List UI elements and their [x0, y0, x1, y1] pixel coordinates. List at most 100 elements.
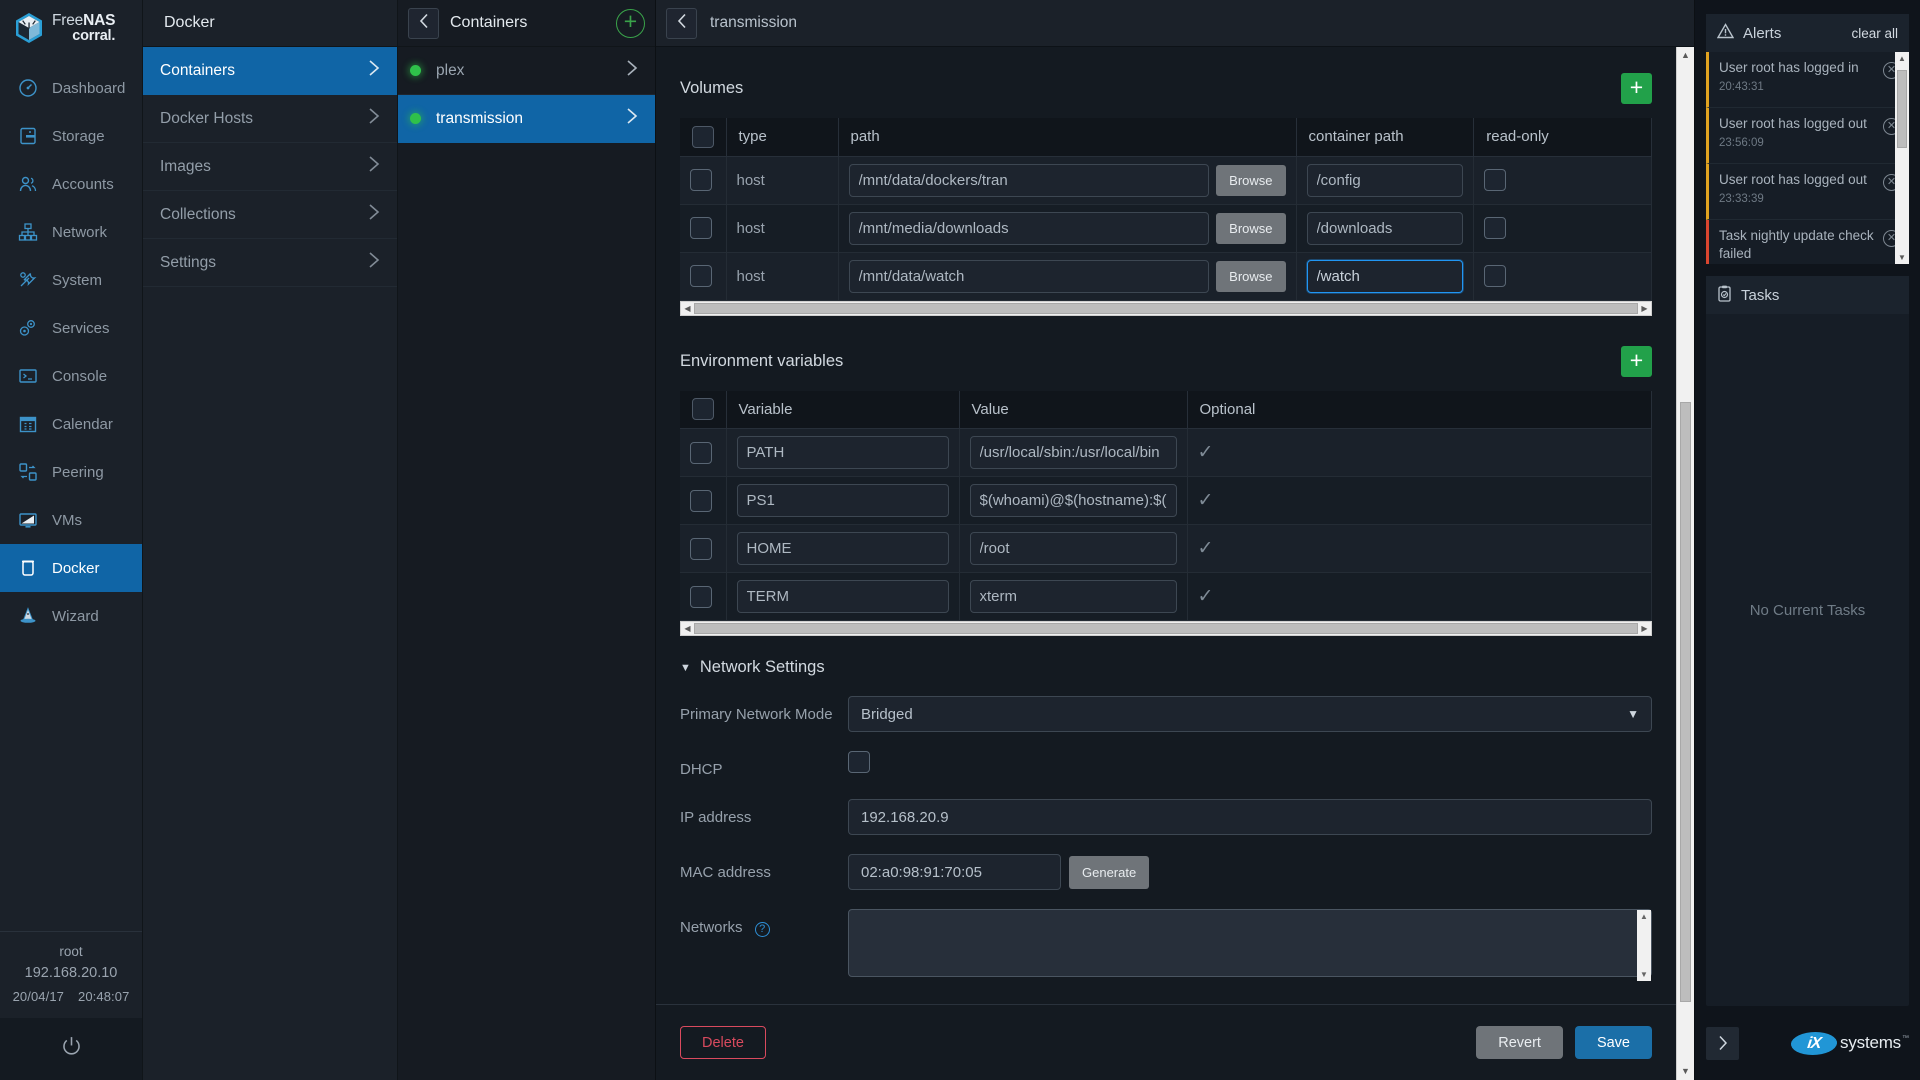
docker-menu-item-images[interactable]: Images	[143, 143, 397, 191]
tasks-empty-text: No Current Tasks	[1706, 602, 1909, 619]
volume-readonly-checkbox[interactable]	[1484, 265, 1506, 287]
detail-back-button[interactable]	[666, 8, 697, 39]
scroll-up-arrow-icon[interactable]: ▲	[1677, 47, 1694, 64]
env-value-input[interactable]	[970, 532, 1177, 565]
sidebar-item-docker[interactable]: Docker	[0, 544, 142, 592]
sidebar-item-accounts[interactable]: Accounts	[0, 160, 142, 208]
alert-item[interactable]: User root has logged out 23:56:09 ✕	[1706, 108, 1909, 164]
alerts-scrollbar[interactable]: ▲ ▼	[1895, 52, 1909, 264]
sidebar-item-services[interactable]: Services	[0, 304, 142, 352]
primary-network-mode-select[interactable]: Bridged ▼	[848, 696, 1652, 732]
volumes-horizontal-scrollbar[interactable]: ◀ ▶	[680, 301, 1652, 316]
detail-vertical-scrollbar[interactable]: ▲ ▼	[1676, 47, 1694, 1080]
clear-all-alerts-button[interactable]: clear all	[1851, 26, 1898, 41]
docker-menu-item-containers[interactable]: Containers	[143, 47, 397, 95]
add-container-button[interactable]: +	[616, 9, 645, 38]
volume-container-path-input[interactable]	[1307, 164, 1464, 197]
browse-button[interactable]: Browse	[1216, 213, 1285, 244]
volume-path-input[interactable]	[849, 212, 1210, 245]
sidebar-item-vms[interactable]: VMs	[0, 496, 142, 544]
env-value-input[interactable]	[970, 580, 1177, 613]
env-value-input[interactable]	[970, 484, 1177, 517]
docker-menu-item-collections[interactable]: Collections	[143, 191, 397, 239]
env-value-input[interactable]	[970, 436, 1177, 469]
scroll-down-arrow-icon[interactable]: ▼	[1677, 1063, 1694, 1080]
sidebar-item-calendar[interactable]: Calendar	[0, 400, 142, 448]
primary-network-mode-row: Primary Network Mode Bridged ▼	[680, 696, 1652, 732]
scroll-down-arrow-icon[interactable]: ▼	[1640, 970, 1648, 979]
volume-path-input[interactable]	[849, 260, 1210, 293]
mac-address-input[interactable]	[848, 854, 1061, 890]
env-horizontal-scrollbar[interactable]: ◀ ▶	[680, 621, 1652, 636]
scrollbar-thumb[interactable]	[694, 623, 1638, 634]
browse-button[interactable]: Browse	[1216, 261, 1285, 292]
ip-address-input[interactable]	[848, 799, 1652, 835]
power-button[interactable]	[0, 1018, 142, 1080]
network-settings-header[interactable]: ▼ Network Settings	[680, 658, 1652, 677]
revert-button[interactable]: Revert	[1476, 1026, 1563, 1059]
docker-menu-item-label: Containers	[160, 62, 235, 80]
select-all-volumes-checkbox[interactable]	[692, 126, 714, 148]
scroll-right-arrow-icon[interactable]: ▶	[1638, 624, 1651, 633]
scrollbar-thumb[interactable]	[694, 303, 1638, 314]
docker-menu-item-docker-hosts[interactable]: Docker Hosts	[143, 95, 397, 143]
delete-button[interactable]: Delete	[680, 1026, 766, 1059]
row-select-checkbox[interactable]	[690, 586, 712, 608]
browse-button[interactable]: Browse	[1216, 165, 1285, 196]
scroll-up-arrow-icon[interactable]: ▲	[1898, 54, 1906, 63]
add-volume-button[interactable]: +	[1621, 73, 1652, 104]
row-select-checkbox[interactable]	[690, 538, 712, 560]
select-all-env-checkbox[interactable]	[692, 398, 714, 420]
row-select-checkbox[interactable]	[690, 442, 712, 464]
env-variable-input[interactable]	[737, 532, 949, 565]
volume-container-path-input[interactable]	[1307, 260, 1464, 293]
scroll-left-arrow-icon[interactable]: ◀	[681, 624, 694, 633]
volume-readonly-checkbox[interactable]	[1484, 217, 1506, 239]
sidebar-item-system[interactable]: System	[0, 256, 142, 304]
sidebar-item-wizard[interactable]: Wizard	[0, 592, 142, 640]
sidebar-item-label: Services	[52, 320, 110, 337]
volume-container-path-input[interactable]	[1307, 212, 1464, 245]
scrollbar-thumb[interactable]	[1680, 402, 1691, 1002]
volume-path-input[interactable]	[849, 164, 1210, 197]
sidebar-item-network[interactable]: Network	[0, 208, 142, 256]
container-list-item-transmission[interactable]: transmission	[398, 95, 655, 143]
scroll-down-arrow-icon[interactable]: ▼	[1898, 253, 1906, 262]
scroll-up-arrow-icon[interactable]: ▲	[1640, 912, 1648, 921]
sidebar-item-dashboard[interactable]: Dashboard	[0, 64, 142, 112]
env-row-checkbox-cell	[680, 477, 726, 525]
back-button[interactable]	[408, 8, 439, 39]
save-button[interactable]: Save	[1575, 1026, 1652, 1059]
add-env-button[interactable]: +	[1621, 346, 1652, 377]
row-select-checkbox[interactable]	[690, 265, 712, 287]
alert-message: User root has logged out	[1719, 172, 1867, 187]
alert-item[interactable]: User root has logged in 20:43:31 ✕	[1706, 52, 1909, 108]
volume-readonly-checkbox[interactable]	[1484, 169, 1506, 191]
expand-rail-button[interactable]	[1706, 1027, 1739, 1060]
row-select-checkbox[interactable]	[690, 169, 712, 191]
env-variable-input[interactable]	[737, 436, 949, 469]
row-select-checkbox[interactable]	[690, 490, 712, 512]
scroll-right-arrow-icon[interactable]: ▶	[1638, 304, 1651, 313]
networks-textarea-scrollbar[interactable]: ▲ ▼	[1637, 910, 1651, 981]
generate-mac-button[interactable]: Generate	[1069, 856, 1149, 889]
sidebar-item-console[interactable]: Console	[0, 352, 142, 400]
ip-address-row: IP address	[680, 799, 1652, 835]
container-list-item-plex[interactable]: plex	[398, 47, 655, 95]
env-variable-input[interactable]	[737, 484, 949, 517]
env-variable-input[interactable]	[737, 580, 949, 613]
sidebar-item-label: Accounts	[52, 176, 114, 193]
alert-item[interactable]: Task nightly update check failed 20:40:3…	[1706, 220, 1909, 264]
scroll-left-arrow-icon[interactable]: ◀	[681, 304, 694, 313]
row-select-checkbox[interactable]	[690, 217, 712, 239]
help-icon[interactable]: ?	[755, 922, 770, 937]
networks-textarea[interactable]	[848, 909, 1652, 977]
gauge-icon	[17, 77, 39, 99]
scrollbar-thumb[interactable]	[1897, 70, 1907, 148]
docker-menu-item-settings[interactable]: Settings	[143, 239, 397, 287]
sidebar-item-storage[interactable]: Storage	[0, 112, 142, 160]
freenas-cube-icon	[14, 12, 44, 44]
dhcp-checkbox[interactable]	[848, 751, 870, 773]
sidebar-item-peering[interactable]: Peering	[0, 448, 142, 496]
alert-item[interactable]: User root has logged out 23:33:39 ✕	[1706, 164, 1909, 220]
